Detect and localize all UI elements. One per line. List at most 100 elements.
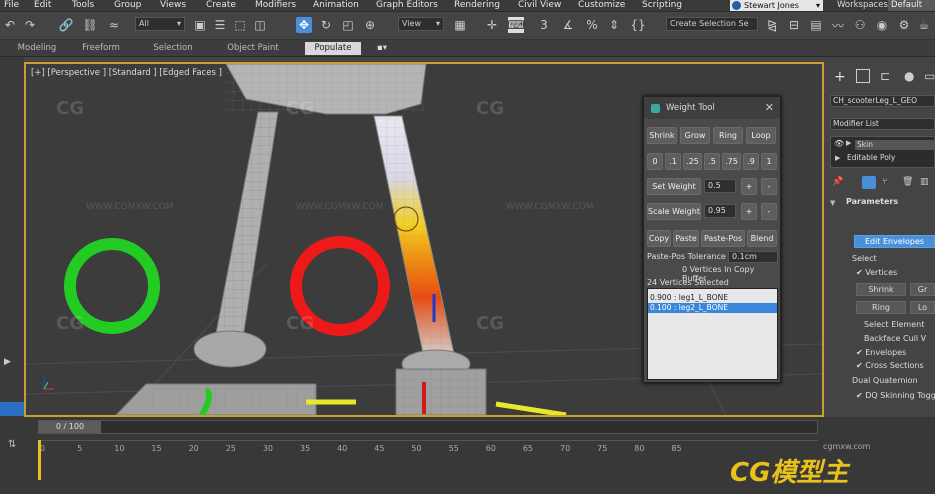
menu-graph-editors[interactable]: Graph Editors [376,0,438,11]
modifier-stack[interactable]: 👁 ▶ Skin ▶ Editable Poly [830,136,935,168]
envelopes-checkbox[interactable]: ✔ Envelopes [856,348,906,357]
move-icon[interactable]: ✥ [296,17,312,33]
select-object-icon[interactable]: ▣ [192,17,208,33]
ring-button[interactable]: Ring [713,127,743,144]
set-weight-button[interactable]: Set Weight [647,178,701,195]
pivot-icon[interactable]: ▦ [452,17,468,33]
blend-button[interactable]: Blend [747,230,777,247]
render-setup-icon[interactable]: ⚙ [896,17,912,33]
tab-modeling[interactable]: Modeling [6,42,68,55]
menu-tools[interactable]: Tools [72,0,94,11]
material-editor-icon[interactable]: ◉ [874,17,890,33]
bone-weight-list[interactable]: 0.900 : leg1_L_BONE 0.100 : leg2_L_BONE [647,288,778,380]
object-name-field[interactable]: CH_scooterLeg_L_GEO [830,95,935,107]
show-end-result-icon[interactable] [862,176,876,189]
weight-plus-button[interactable]: + [741,178,757,195]
menu-create[interactable]: Create [206,0,236,11]
shrink-button[interactable]: Shrink [647,127,677,144]
vertices-checkbox-label[interactable]: ✔ Vertices [856,268,897,277]
copy-button[interactable]: Copy [647,230,671,247]
select-element-checkbox[interactable]: Select Element [864,320,924,329]
list-item[interactable]: 0.900 : leg1_L_BONE [648,293,777,303]
edit-named-selection-icon[interactable]: {} [630,17,646,33]
reference-coordinate-dropdown[interactable]: View ▾ [398,17,444,31]
selection-filter-dropdown[interactable]: All ▾ [135,17,185,31]
weight-minus-button[interactable]: - [761,178,777,195]
preset-05-button[interactable]: .5 [704,153,720,170]
spinner-snap-icon[interactable]: ⇕ [606,17,622,33]
align-icon[interactable]: ⊟ [786,17,802,33]
user-account-button[interactable]: Stewart Jones ▾ [730,0,823,11]
mirror-icon[interactable]: ⧎ [764,17,780,33]
workspace-dropdown[interactable]: Default [888,0,935,11]
edit-envelopes-button[interactable]: Edit Envelopes [854,235,935,248]
loop-button[interactable]: Loop [746,127,776,144]
percent-snap-icon[interactable]: % [584,17,600,33]
frame-ruler[interactable]: 0 5 10 15 20 25 30 35 40 45 50 55 60 65 70 75 80 85 [38,440,818,460]
menu-views[interactable]: Views [160,0,186,11]
dq-skinning-checkbox[interactable]: ✔ DQ Skinning Toggle [856,391,935,400]
expand-arrow-icon[interactable]: ▶ [835,154,840,162]
tab-object-paint[interactable]: Object Paint [220,42,286,55]
menu-file[interactable]: File [4,0,19,11]
select-by-name-icon[interactable]: ☰ [212,17,228,33]
configure-icon[interactable]: ▥ [920,177,929,187]
curve-editor-icon[interactable]: 〰 [830,17,846,33]
link-icon[interactable]: 🔗 [58,17,74,33]
bind-space-warp-icon[interactable]: ≈ [106,17,122,33]
menu-group[interactable]: Group [114,0,141,11]
time-slider-thumb[interactable]: 0 / 100 [39,421,101,433]
tab-populate[interactable]: Populate [305,42,361,55]
menu-scripting[interactable]: Scripting [642,0,682,11]
set-weight-spinner[interactable]: 0.5 [704,179,736,193]
cross-sections-checkbox[interactable]: ✔ Cross Sections [856,361,924,370]
window-crossing-icon[interactable]: ◫ [252,17,268,33]
tab-selection[interactable]: Selection [142,42,204,55]
preset-09-button[interactable]: .9 [743,153,759,170]
weight-tool-titlebar[interactable]: Weight Tool ✕ [644,97,780,119]
scene-explorer-icon[interactable]: ▤ [808,17,824,33]
remove-modifier-icon[interactable]: 🗑 [902,177,913,187]
menu-civil-view[interactable]: Civil View [518,0,561,11]
paste-pos-button[interactable]: Paste-Pos [701,230,745,247]
menu-animation[interactable]: Animation [313,0,359,11]
scale-minus-button[interactable]: - [761,203,777,220]
menu-modifiers[interactable]: Modifiers [255,0,296,11]
expand-arrow-icon[interactable]: ▶ [846,139,851,147]
display-tab-icon[interactable]: ▭ [924,69,935,83]
menu-rendering[interactable]: Rendering [454,0,500,11]
keyboard-shortcut-icon[interactable]: ⌨ [507,17,525,33]
placement-icon[interactable]: ⊕ [362,17,378,33]
make-unique-icon[interactable]: ⑂ [882,177,887,187]
render-icon[interactable]: ☕ [916,17,932,33]
ring-button[interactable]: Ring [856,301,906,314]
redo-icon[interactable]: ↷ [22,17,38,33]
modifier-list-dropdown[interactable]: Modifier List [830,118,935,130]
create-tab-icon[interactable]: + [834,69,846,85]
preset-075-button[interactable]: .75 [722,153,741,170]
schematic-view-icon[interactable]: ⚇ [852,17,868,33]
menu-customize[interactable]: Customize [578,0,625,11]
time-slider[interactable]: 0 / 100 [38,420,818,434]
modify-tab-icon[interactable] [856,69,870,83]
angle-snap-icon[interactable]: ∡ [560,17,576,33]
expand-arrow-icon[interactable]: ▶ [4,357,11,367]
shrink-button[interactable]: Shrink [856,283,906,296]
snap-toggle-icon[interactable]: 3 [536,17,552,33]
hierarchy-tab-icon[interactable]: ⊏ [880,69,890,83]
selection-region-icon[interactable]: ⬚ [232,17,248,33]
list-item-selected[interactable]: 0.100 : leg2_L_BONE [648,303,777,313]
rotate-icon[interactable]: ↻ [318,17,334,33]
menu-edit[interactable]: Edit [34,0,51,11]
grow-button[interactable]: Grow [680,127,710,144]
scale-icon[interactable]: ◰ [340,17,356,33]
select-manipulate-icon[interactable]: ✛ [484,17,500,33]
preset-025-button[interactable]: .25 [683,153,702,170]
grow-button[interactable]: Gr [910,283,935,296]
backface-cull-checkbox[interactable]: Backface Cull V [864,334,926,343]
motion-tab-icon[interactable]: ● [904,69,914,83]
scale-weight-button[interactable]: Scale Weight [647,203,701,220]
pin-stack-icon[interactable]: 📌 [832,177,843,187]
loop-button[interactable]: Lo [910,301,935,314]
collapse-arrow-icon[interactable]: ▼ [830,199,835,207]
